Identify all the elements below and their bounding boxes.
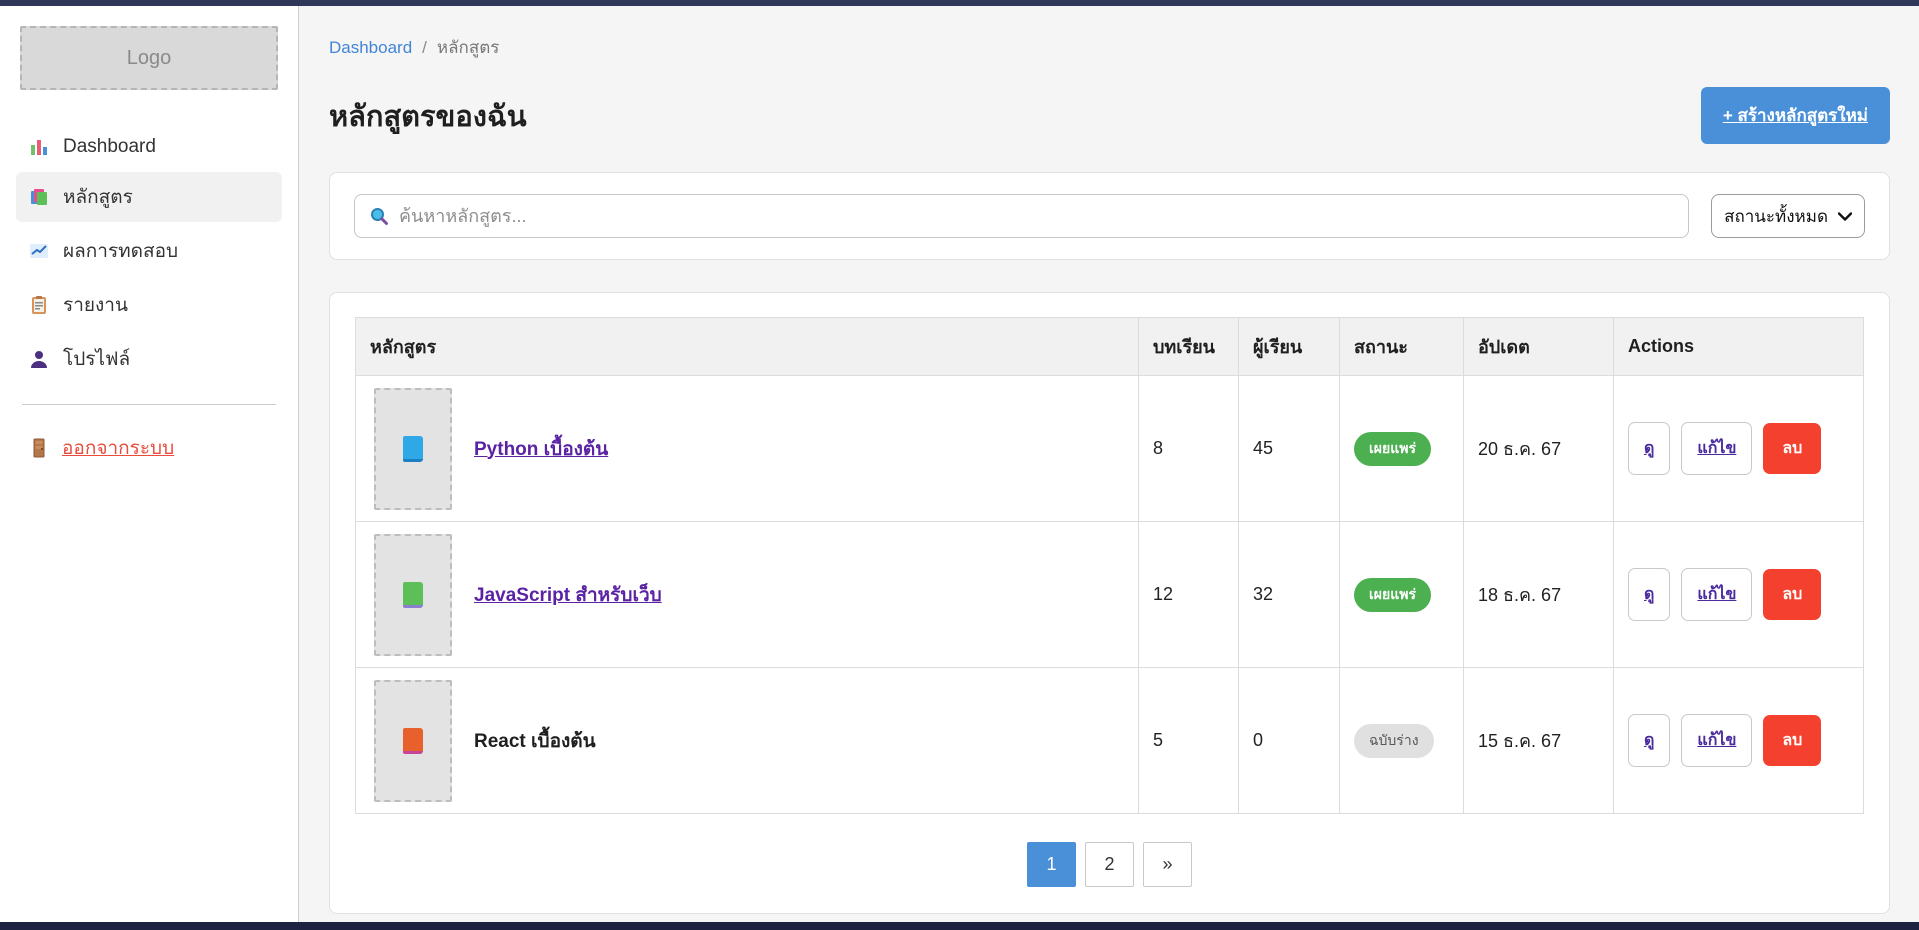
lessons-count: 12 bbox=[1139, 522, 1239, 668]
search-icon bbox=[369, 206, 389, 226]
sidebar-item-dashboard[interactable]: Dashboard bbox=[16, 126, 282, 168]
books-icon bbox=[28, 186, 50, 208]
status-filter-value: สถานะทั้งหมด bbox=[1724, 203, 1828, 230]
clipboard-icon bbox=[28, 294, 50, 316]
sidebar-item-courses[interactable]: หลักสูตร bbox=[16, 172, 282, 222]
title-row: หลักสูตรของฉัน + สร้างหลักสูตรใหม่ bbox=[329, 87, 1890, 144]
logo-placeholder: Logo bbox=[20, 26, 278, 90]
view-button[interactable]: ดู bbox=[1628, 714, 1670, 767]
sidebar-divider bbox=[22, 404, 276, 405]
students-count: 45 bbox=[1239, 376, 1340, 522]
logout-link[interactable]: ออกจากระบบ bbox=[16, 423, 282, 473]
sidebar-item-label: รายงาน bbox=[63, 290, 128, 320]
delete-button[interactable]: ลบ bbox=[1763, 423, 1821, 474]
breadcrumb-current: หลักสูตร bbox=[437, 34, 499, 61]
course-thumbnail-placeholder bbox=[374, 534, 452, 656]
delete-button[interactable]: ลบ bbox=[1763, 715, 1821, 766]
header-lessons: บทเรียน bbox=[1139, 318, 1239, 376]
course-title-link[interactable]: JavaScript สำหรับเว็บ bbox=[474, 580, 662, 610]
breadcrumb: Dashboard / หลักสูตร bbox=[329, 34, 1890, 61]
sidebar-item-profile[interactable]: โปรไฟล์ bbox=[16, 334, 282, 384]
create-course-button[interactable]: + สร้างหลักสูตรใหม่ bbox=[1701, 87, 1890, 144]
updated-date: 18 ธ.ค. 67 bbox=[1464, 522, 1614, 668]
sidebar: Logo Dashboard หลักสูตร ผลการทดสอบ bbox=[0, 6, 299, 922]
status-badge: เผยแพร่ bbox=[1354, 578, 1431, 612]
students-count: 32 bbox=[1239, 522, 1340, 668]
students-count: 0 bbox=[1239, 668, 1340, 814]
breadcrumb-dashboard-link[interactable]: Dashboard bbox=[329, 38, 412, 58]
person-icon bbox=[28, 348, 50, 370]
header-updated: อัปเดต bbox=[1464, 318, 1614, 376]
chart-increasing-icon bbox=[28, 240, 50, 262]
updated-date: 20 ธ.ค. 67 bbox=[1464, 376, 1614, 522]
edit-button[interactable]: แก้ไข bbox=[1681, 714, 1752, 767]
lessons-count: 8 bbox=[1139, 376, 1239, 522]
search-field-wrapper bbox=[354, 194, 1689, 238]
status-filter-select[interactable]: สถานะทั้งหมด bbox=[1711, 194, 1865, 238]
blue-book-icon bbox=[403, 436, 423, 462]
course-thumbnail-placeholder bbox=[374, 680, 452, 802]
sidebar-item-reports[interactable]: รายงาน bbox=[16, 280, 282, 330]
courses-table-card: หลักสูตร บทเรียน ผู้เรียน สถานะ อัปเดต A… bbox=[329, 292, 1890, 914]
lessons-count: 5 bbox=[1139, 668, 1239, 814]
sidebar-item-label: หลักสูตร bbox=[63, 182, 133, 212]
logout-label: ออกจากระบบ bbox=[62, 433, 174, 463]
course-thumbnail-placeholder bbox=[374, 388, 452, 510]
main-content: Dashboard / หลักสูตร หลักสูตรของฉัน + สร… bbox=[299, 6, 1919, 922]
logo-text: Logo bbox=[127, 47, 172, 70]
search-input[interactable] bbox=[399, 206, 1674, 227]
app-layout: Logo Dashboard หลักสูตร ผลการทดสอบ bbox=[0, 6, 1919, 922]
sidebar-item-label: Dashboard bbox=[63, 136, 156, 158]
pagination-page-1[interactable]: 1 bbox=[1027, 842, 1076, 887]
pagination-next-button[interactable]: » bbox=[1143, 842, 1192, 887]
edit-button[interactable]: แก้ไข bbox=[1681, 568, 1752, 621]
sidebar-nav: Dashboard หลักสูตร ผลการทดสอบ รายงาน bbox=[0, 124, 298, 386]
bar-chart-icon bbox=[28, 136, 50, 158]
course-row: React เบื้องต้น 5 0 ฉบับร่าง 15 ธ.ค. 67 … bbox=[356, 668, 1864, 814]
page-title: หลักสูตรของฉัน bbox=[329, 93, 527, 139]
green-book-icon bbox=[403, 582, 423, 608]
bottom-accent-bar bbox=[0, 922, 1919, 930]
sidebar-item-test-results[interactable]: ผลการทดสอบ bbox=[16, 226, 282, 276]
header-students: ผู้เรียน bbox=[1239, 318, 1340, 376]
pagination: 1 2 » bbox=[355, 842, 1864, 887]
table-header-row: หลักสูตร บทเรียน ผู้เรียน สถานะ อัปเดต A… bbox=[356, 318, 1864, 376]
course-row: Python เบื้องต้น 8 45 เผยแพร่ 20 ธ.ค. 67… bbox=[356, 376, 1864, 522]
course-row: JavaScript สำหรับเว็บ 12 32 เผยแพร่ 18 ธ… bbox=[356, 522, 1864, 668]
status-badge: เผยแพร่ bbox=[1354, 432, 1431, 466]
view-button[interactable]: ดู bbox=[1628, 568, 1670, 621]
pagination-page-2[interactable]: 2 bbox=[1085, 842, 1134, 887]
orange-book-icon bbox=[403, 728, 423, 754]
header-actions: Actions bbox=[1614, 318, 1864, 376]
edit-button[interactable]: แก้ไข bbox=[1681, 422, 1752, 475]
filter-card: สถานะทั้งหมด bbox=[329, 172, 1890, 260]
course-title-link[interactable]: Python เบื้องต้น bbox=[474, 434, 608, 464]
updated-date: 15 ธ.ค. 67 bbox=[1464, 668, 1614, 814]
view-button[interactable]: ดู bbox=[1628, 422, 1670, 475]
courses-table: หลักสูตร บทเรียน ผู้เรียน สถานะ อัปเดต A… bbox=[355, 317, 1864, 814]
sidebar-item-label: โปรไฟล์ bbox=[63, 344, 130, 374]
sidebar-item-label: ผลการทดสอบ bbox=[63, 236, 178, 266]
chevron-down-icon bbox=[1838, 212, 1852, 221]
header-status: สถานะ bbox=[1340, 318, 1464, 376]
door-icon bbox=[28, 437, 50, 459]
breadcrumb-separator: / bbox=[422, 38, 427, 58]
course-title-text: React เบื้องต้น bbox=[474, 726, 596, 756]
header-course: หลักสูตร bbox=[356, 318, 1139, 376]
status-badge: ฉบับร่าง bbox=[1354, 724, 1434, 758]
delete-button[interactable]: ลบ bbox=[1763, 569, 1821, 620]
